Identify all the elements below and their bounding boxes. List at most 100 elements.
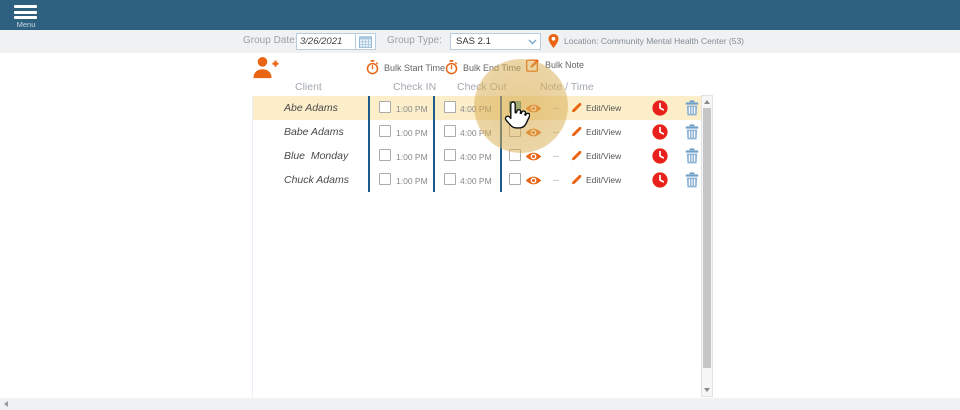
scrollbar-thumb[interactable] xyxy=(703,108,711,368)
location-display: Location: Community Mental Health Center… xyxy=(548,34,744,48)
group-date-label: Group Date: xyxy=(243,35,297,46)
person-plus-icon xyxy=(252,55,279,80)
check-out-checkbox[interactable] xyxy=(444,125,456,137)
calendar-icon xyxy=(359,36,372,48)
check-in-checkbox[interactable] xyxy=(379,101,391,113)
column-divider xyxy=(433,120,435,144)
pencil-icon xyxy=(571,102,582,113)
edit-view-label: Edit/View xyxy=(586,127,621,137)
check-out-checkbox[interactable] xyxy=(444,101,456,113)
column-divider xyxy=(433,168,435,192)
menu-button-label: Menu xyxy=(6,20,46,29)
eye-icon[interactable] xyxy=(525,151,542,162)
bulk-note-label: Bulk Note xyxy=(545,60,584,70)
check-out-time: 4:00 PM xyxy=(460,104,492,114)
delete-row-button[interactable] xyxy=(685,172,699,188)
table-scrollbar[interactable] xyxy=(701,95,713,397)
column-header-check-out: Check Out xyxy=(457,81,507,93)
note-checkbox[interactable] xyxy=(509,173,521,185)
note-value: -- xyxy=(553,103,559,113)
bulk-start-time-button[interactable]: Bulk Start Time xyxy=(366,60,445,75)
bulk-end-time-label: Bulk End Time xyxy=(463,63,521,73)
check-out-checkbox[interactable] xyxy=(444,173,456,185)
delete-row-button[interactable] xyxy=(685,100,699,116)
scroll-down-arrow-icon[interactable] xyxy=(704,388,710,392)
group-type-value: SAS 2.1 xyxy=(456,36,491,47)
edit-view-link[interactable]: Edit/View xyxy=(571,150,621,161)
client-name: Abe Adams xyxy=(284,102,338,114)
note-checkbox[interactable] xyxy=(509,101,521,113)
edit-view-link[interactable]: Edit/View xyxy=(571,126,621,137)
chevron-down-icon xyxy=(528,39,537,45)
menu-button[interactable]: Menu xyxy=(6,1,46,29)
edit-view-label: Edit/View xyxy=(586,151,621,161)
table-row[interactable]: Abe Adams 1:00 PM 4:00 PM -- xyxy=(253,96,702,120)
note-checkbox[interactable] xyxy=(509,125,521,137)
eye-icon[interactable] xyxy=(525,103,542,114)
scroll-left-arrow-icon[interactable] xyxy=(4,401,8,407)
note-pencil-icon xyxy=(526,58,540,72)
column-divider xyxy=(368,144,370,168)
pencil-icon xyxy=(571,150,582,161)
attendance-table: Abe Adams 1:00 PM 4:00 PM -- xyxy=(252,95,702,397)
pencil-icon xyxy=(571,126,582,137)
delete-row-button[interactable] xyxy=(685,124,699,140)
edit-view-link[interactable]: Edit/View xyxy=(571,174,621,185)
column-divider xyxy=(500,96,502,120)
client-name: Babe Adams xyxy=(284,126,344,138)
bulk-end-time-button[interactable]: Bulk End Time xyxy=(445,60,521,75)
scroll-up-arrow-icon[interactable] xyxy=(704,100,710,104)
column-divider xyxy=(368,168,370,192)
bulk-note-button[interactable]: Bulk Note xyxy=(526,58,584,72)
calendar-button[interactable] xyxy=(355,34,375,49)
column-divider xyxy=(500,120,502,144)
add-client-button[interactable] xyxy=(252,55,279,80)
check-in-time: 1:00 PM xyxy=(396,104,428,114)
note-checkbox[interactable] xyxy=(509,149,521,161)
column-divider xyxy=(433,96,435,120)
eye-icon[interactable] xyxy=(525,127,542,138)
note-value: -- xyxy=(553,127,559,137)
table-row[interactable]: Babe Adams 1:00 PM 4:00 PM -- xyxy=(253,120,702,144)
location-pin-icon xyxy=(548,34,559,48)
filters-bar: Group Date: Group Type: SAS 2.1 xyxy=(0,30,960,53)
check-in-time: 1:00 PM xyxy=(396,152,428,162)
clock-status-button[interactable] xyxy=(652,124,668,140)
check-out-time: 4:00 PM xyxy=(460,152,492,162)
check-out-time: 4:00 PM xyxy=(460,176,492,186)
column-header-note-time: Note / Time xyxy=(540,81,594,93)
table-rows: Abe Adams 1:00 PM 4:00 PM -- xyxy=(253,96,702,192)
column-header-check-in: Check IN xyxy=(393,81,436,93)
check-out-checkbox[interactable] xyxy=(444,149,456,161)
stopwatch-icon xyxy=(366,60,379,75)
client-name: Chuck Adams xyxy=(284,174,349,186)
table-row[interactable]: Blue Monday 1:00 PM 4:00 PM -- xyxy=(253,144,702,168)
note-value: -- xyxy=(553,151,559,161)
top-menu-bar: Menu xyxy=(0,0,960,30)
note-value: -- xyxy=(553,175,559,185)
group-date-control xyxy=(296,33,376,50)
eye-icon[interactable] xyxy=(525,175,542,186)
column-header-client: Client xyxy=(295,81,322,93)
clock-status-button[interactable] xyxy=(652,172,668,188)
column-divider xyxy=(368,120,370,144)
check-in-checkbox[interactable] xyxy=(379,125,391,137)
column-divider xyxy=(368,96,370,120)
group-date-input[interactable] xyxy=(297,34,355,49)
check-in-checkbox[interactable] xyxy=(379,149,391,161)
check-out-time: 4:00 PM xyxy=(460,128,492,138)
check-in-checkbox[interactable] xyxy=(379,173,391,185)
group-type-select[interactable]: SAS 2.1 xyxy=(450,33,541,50)
delete-row-button[interactable] xyxy=(685,148,699,164)
client-name: Blue Monday xyxy=(284,150,348,162)
check-in-time: 1:00 PM xyxy=(396,128,428,138)
stopwatch-icon xyxy=(445,60,458,75)
pencil-icon xyxy=(571,174,582,185)
edit-view-link[interactable]: Edit/View xyxy=(571,102,621,113)
clock-status-button[interactable] xyxy=(652,100,668,116)
horizontal-scrollbar[interactable] xyxy=(0,398,960,410)
group-attendance-screen: Menu Group Date: Group Type: SAS 2.1 xyxy=(0,0,960,410)
table-row[interactable]: Chuck Adams 1:00 PM 4:00 PM -- xyxy=(253,168,702,192)
bulk-start-time-label: Bulk Start Time xyxy=(384,63,445,73)
clock-status-button[interactable] xyxy=(652,148,668,164)
